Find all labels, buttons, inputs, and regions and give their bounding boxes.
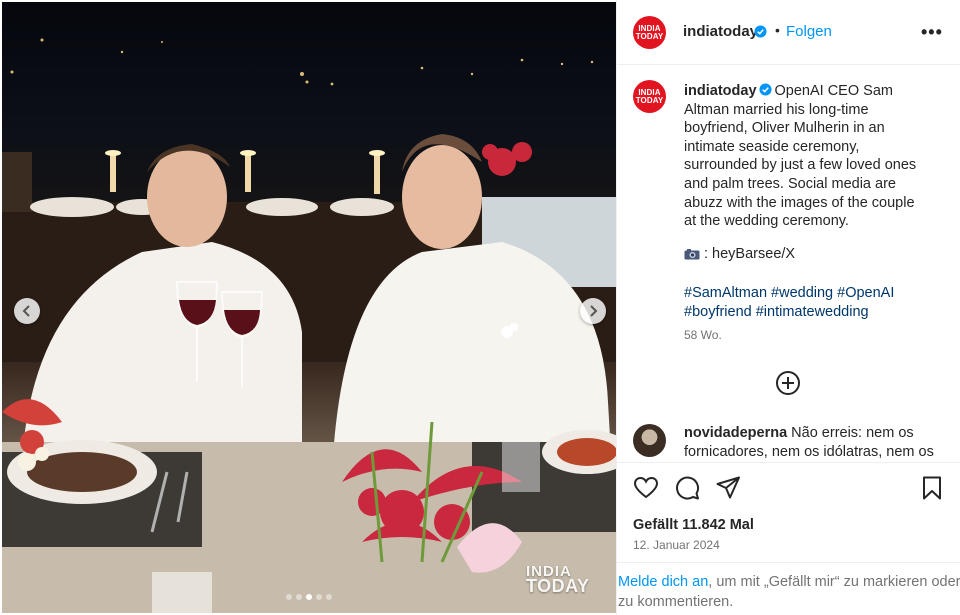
- carousel-dot: [326, 594, 332, 600]
- carousel-dot: [306, 594, 312, 600]
- author-username[interactable]: indiatoday: [683, 23, 758, 40]
- post-hashtags[interactable]: #SamAltman #wedding #OpenAI #boyfriend #…: [684, 284, 929, 321]
- bookmark-icon[interactable]: [919, 475, 945, 501]
- carousel-next-button[interactable]: [580, 298, 606, 324]
- caption-author-avatar[interactable]: INDIA TODAY: [633, 80, 666, 113]
- heart-icon[interactable]: [633, 475, 659, 501]
- camera-icon: [684, 249, 700, 260]
- carousel-indicator: [286, 594, 332, 600]
- avatar-logo-line2: TODAY: [635, 95, 664, 105]
- post-side-panel: INDIA TODAY indiatoday • Folgen ••• INDI…: [616, 0, 960, 615]
- post-header: INDIA TODAY indiatoday • Folgen •••: [617, 0, 960, 65]
- photo-credit-text: : heyBarsee/X: [704, 246, 796, 262]
- avatar-logo-line2: TODAY: [635, 31, 664, 41]
- post-date: 12. Januar 2024: [633, 538, 720, 552]
- commenter-username[interactable]: novidadeperna: [684, 425, 787, 441]
- chevron-right-icon: [590, 305, 598, 317]
- comment-item: novidadeperna Não erreis: nem os fornica…: [684, 424, 946, 461]
- header-separator: •: [775, 22, 780, 38]
- post-media[interactable]: INDIA TODAY: [2, 2, 616, 613]
- verified-badge-icon: [758, 83, 772, 96]
- login-link[interactable]: Melde dich an: [618, 574, 708, 590]
- carousel-dot: [286, 594, 292, 600]
- carousel-dot: [316, 594, 322, 600]
- login-prompt: Melde dich an, um mit „Gefällt mir“ zu m…: [617, 562, 960, 615]
- more-options-icon[interactable]: •••: [921, 22, 943, 43]
- share-icon[interactable]: [715, 475, 741, 501]
- post-caption: indiatoday OpenAI CEO Sam Altman married…: [684, 82, 929, 231]
- caption-username[interactable]: indiatoday: [684, 83, 757, 99]
- post-photo: [2, 38, 616, 613]
- chevron-left-icon: [22, 305, 30, 317]
- follow-button[interactable]: Folgen: [786, 23, 832, 40]
- post-age: 58 Wo.: [684, 328, 722, 342]
- likes-count[interactable]: Gefällt 11.842 Mal: [633, 517, 754, 533]
- carousel-dot: [296, 594, 302, 600]
- india-today-watermark: INDIA TODAY: [526, 564, 590, 596]
- photo-credit: : heyBarsee/X: [684, 246, 795, 262]
- carousel-prev-button[interactable]: [14, 298, 40, 324]
- plus-circle-icon[interactable]: [775, 370, 801, 396]
- verified-badge-icon: [754, 25, 767, 38]
- comment-icon[interactable]: [674, 475, 700, 501]
- comments-section: INDIA TODAY indiatoday OpenAI CEO Sam Al…: [617, 66, 960, 462]
- commenter-avatar[interactable]: [633, 424, 666, 457]
- action-bar: Gefällt 11.842 Mal 12. Januar 2024: [617, 462, 960, 562]
- author-avatar[interactable]: INDIA TODAY: [633, 16, 666, 49]
- watermark-line2: TODAY: [526, 576, 590, 596]
- caption-text: OpenAI CEO Sam Altman married his long-t…: [684, 83, 917, 230]
